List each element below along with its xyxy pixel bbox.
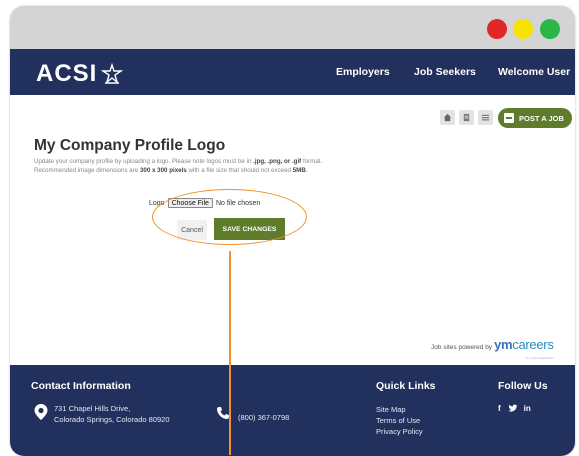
site-logo[interactable]: ACSI	[36, 60, 124, 88]
follow-heading: Follow Us	[498, 380, 548, 392]
linkedin-icon[interactable]: in	[524, 404, 531, 414]
post-a-job-button[interactable]: POST A JOB	[498, 108, 572, 128]
phone-icon	[217, 407, 229, 419]
twitter-icon[interactable]	[507, 404, 517, 414]
desc-text: Update your company profile by uploading…	[34, 158, 252, 165]
close-window-button[interactable]	[487, 19, 507, 39]
post-job-label: POST A JOB	[519, 113, 564, 123]
desc-text: Recommended image dimensions are	[34, 167, 139, 174]
document-icon[interactable]	[459, 110, 474, 125]
site-header: ACSI Employers Job Seekers Welcome User	[10, 49, 575, 95]
annotation-pointer-line	[229, 251, 231, 455]
toolbar-icons	[440, 110, 493, 125]
nav-employers[interactable]: Employers	[336, 66, 390, 78]
address: 731 Chapel Hills Drive, Colorado Springs…	[54, 403, 170, 425]
powered-by-text: Job sites powered by	[431, 344, 493, 351]
site-footer: Contact Information 731 Chapel Hills Dri…	[10, 365, 575, 456]
window-titlebar	[10, 6, 575, 49]
brand-sub: by communitybrands	[525, 356, 554, 360]
nav-welcome-user[interactable]: Welcome User	[498, 66, 570, 78]
minimize-window-button[interactable]	[513, 19, 533, 39]
desc-text: .	[305, 167, 308, 174]
ymcareers-logo: ymcareers	[494, 337, 554, 352]
footer-link-terms[interactable]: Terms of Use	[376, 415, 423, 426]
footer-link-privacy[interactable]: Privacy Policy	[376, 426, 423, 437]
phone-number[interactable]: (800) 367-0798	[238, 412, 289, 423]
logo-emblem-icon	[101, 63, 124, 84]
post-job-icon	[504, 113, 514, 123]
contact-heading: Contact Information	[31, 380, 131, 392]
home-icon[interactable]	[440, 110, 455, 125]
quick-links-list: Site Map Terms of Use Privacy Policy	[376, 404, 423, 437]
address-line1: 731 Chapel Hills Drive,	[54, 404, 131, 413]
desc-size: 5MB	[292, 167, 306, 174]
brand-careers: careers	[512, 337, 554, 352]
list-icon[interactable]	[478, 110, 493, 125]
quick-links-heading: Quick Links	[376, 380, 436, 392]
annotation-ellipse	[152, 189, 307, 245]
footer-link-site-map[interactable]: Site Map	[376, 404, 423, 415]
desc-formats: .jpg, .png, or .gif	[253, 158, 302, 165]
brand-ym: ym	[494, 337, 513, 352]
logo-text: ACSI	[36, 60, 98, 87]
location-pin-icon	[34, 404, 48, 420]
desc-text: format.	[302, 158, 323, 165]
desc-dimensions: 300 x 300 pixels	[139, 167, 187, 174]
maximize-window-button[interactable]	[540, 19, 560, 39]
desc-text: with a file size that should not exceed	[188, 167, 291, 174]
powered-by[interactable]: Job sites powered by ymcareers by commun…	[431, 337, 554, 360]
page-description: Update your company profile by uploading…	[34, 157, 414, 175]
social-links: f in	[498, 404, 531, 414]
nav-job-seekers[interactable]: Job Seekers	[414, 66, 476, 78]
address-line2: Colorado Springs, Colorado 80920	[54, 415, 170, 424]
facebook-icon[interactable]: f	[498, 404, 501, 414]
page-title: My Company Profile Logo	[34, 137, 226, 154]
